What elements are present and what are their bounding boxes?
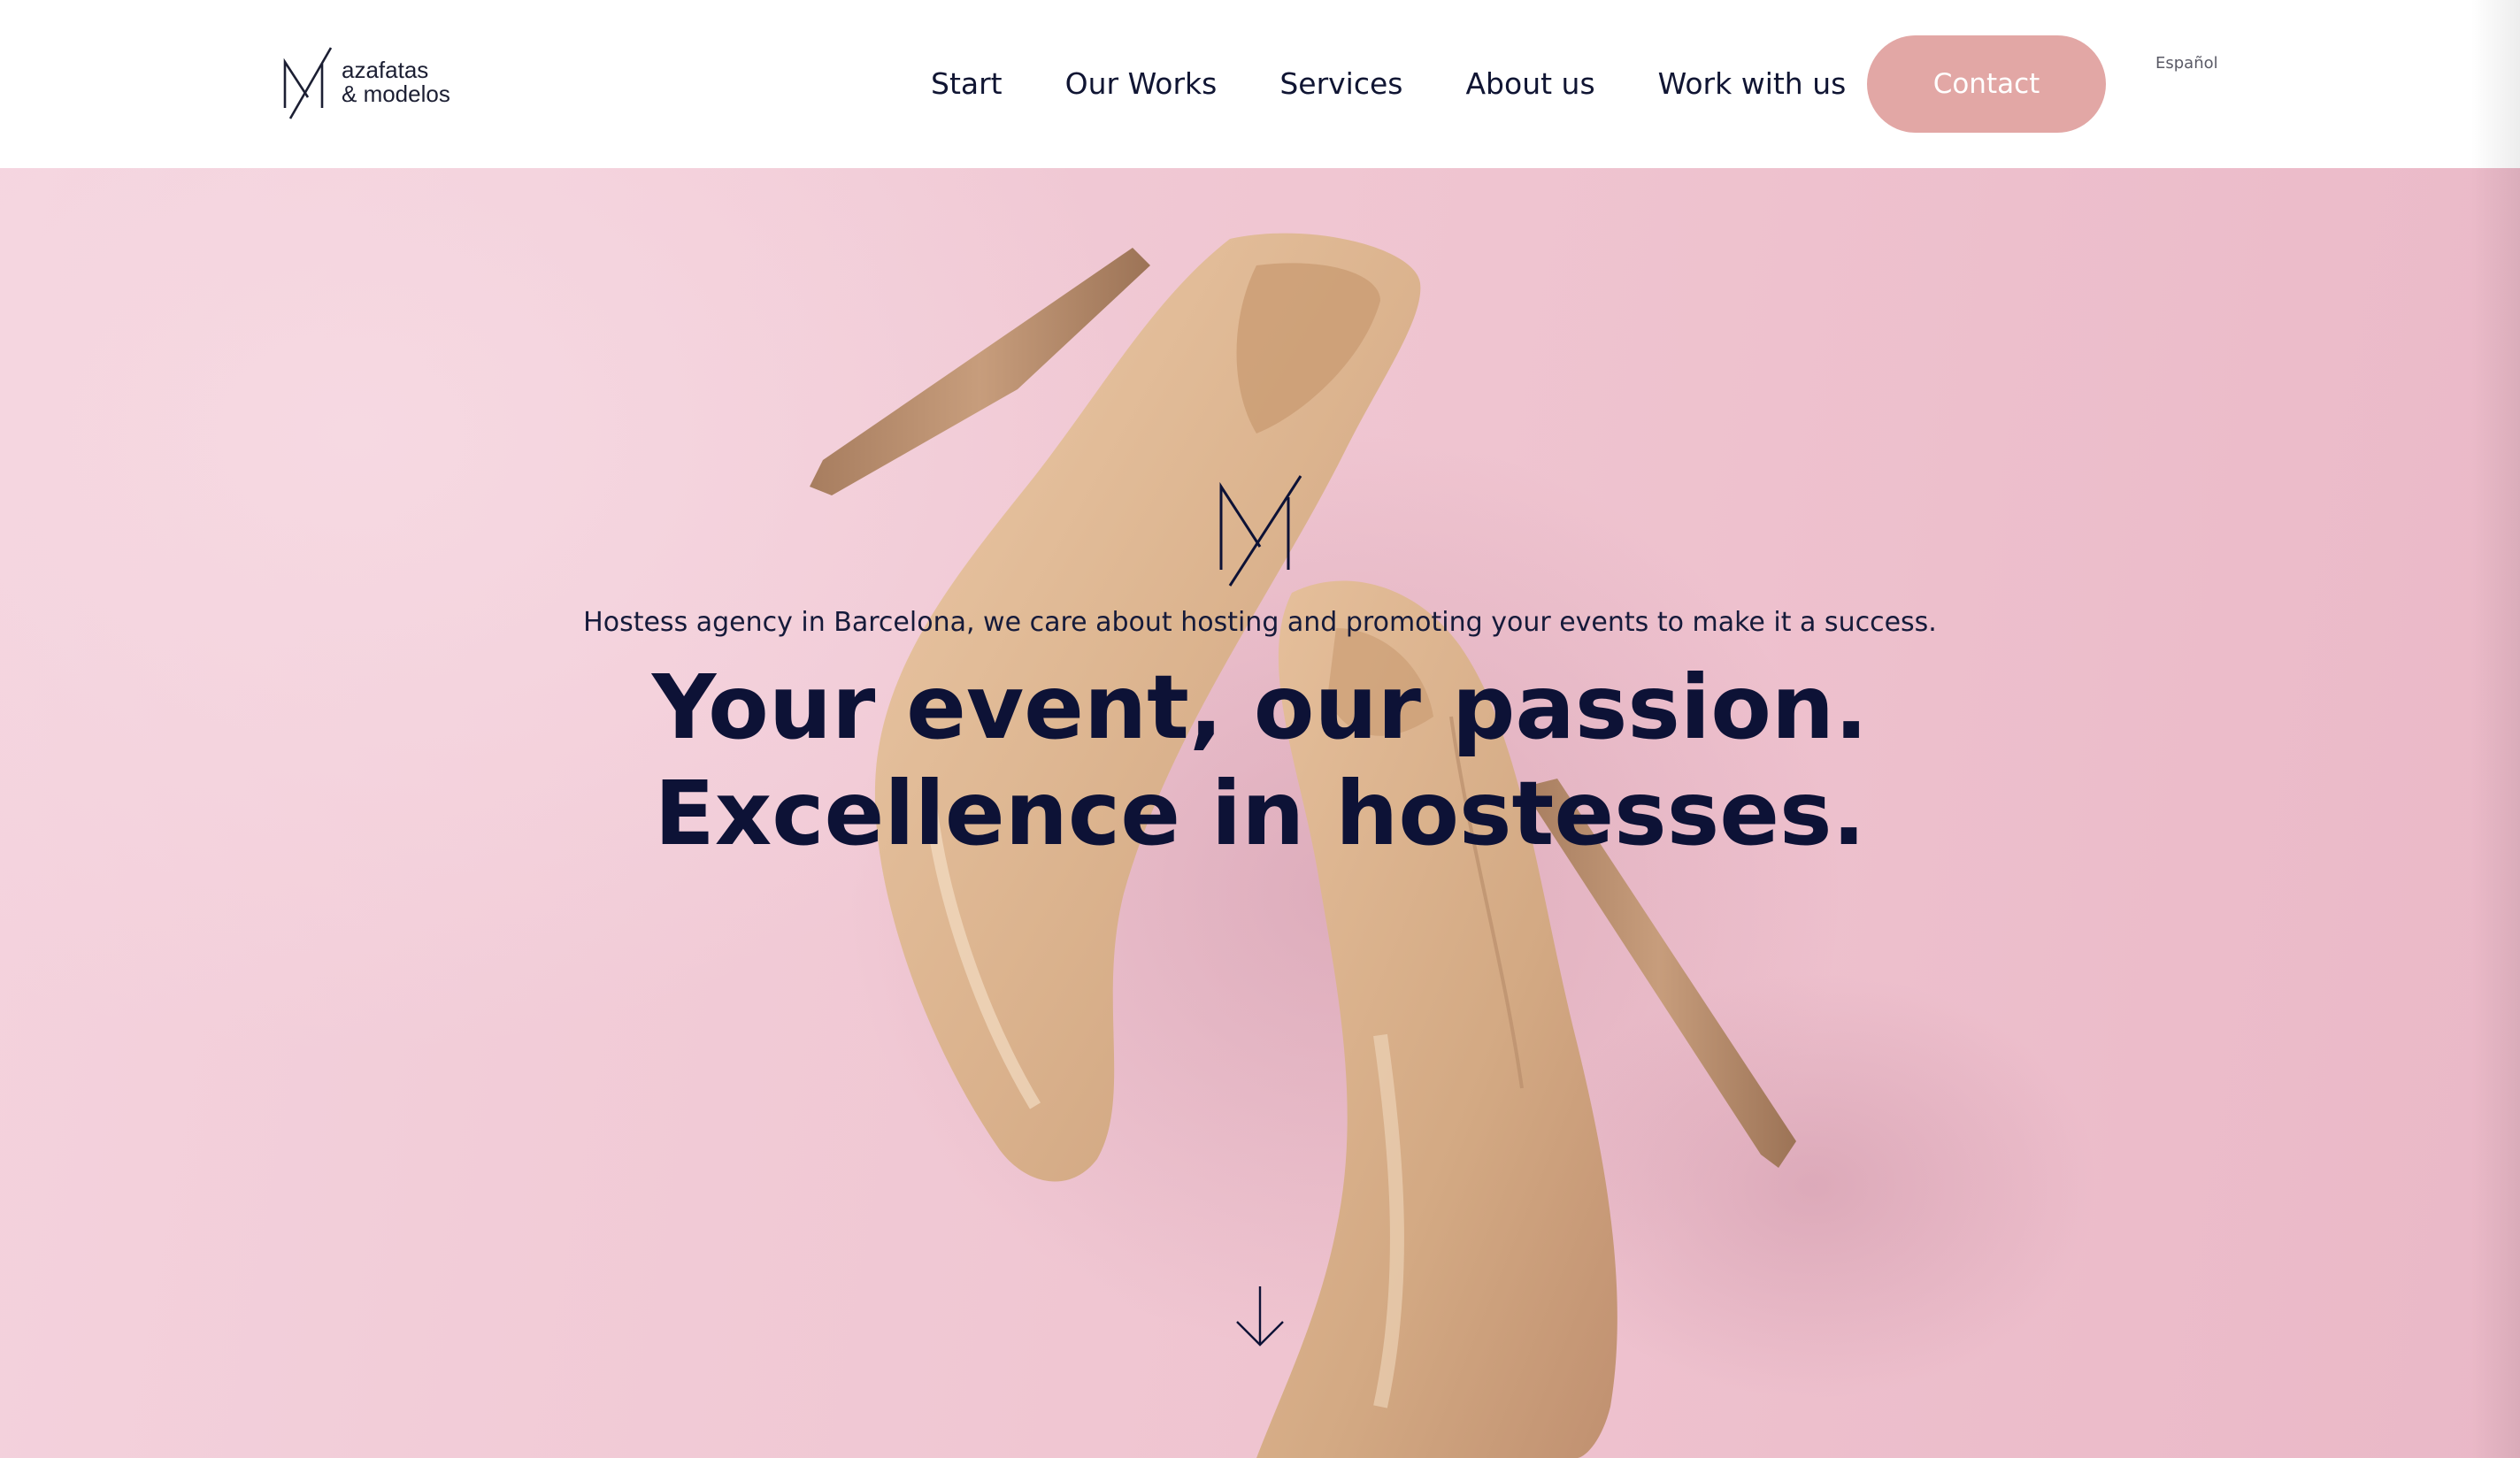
main-nav: Start Our Works Services About us Work w… bbox=[931, 58, 1846, 108]
logo-text: azafatas & modelos bbox=[342, 58, 450, 106]
nav-item-services[interactable]: Services bbox=[1279, 66, 1402, 101]
logo-line-2: & modelos bbox=[342, 81, 450, 107]
language-switch[interactable]: Español bbox=[2155, 54, 2218, 73]
logo-mark-icon bbox=[283, 47, 333, 119]
logo-line-1: azafatas bbox=[342, 57, 429, 83]
nav-item-work-with-us[interactable]: Work with us bbox=[1658, 66, 1847, 101]
hero-subtitle: Hostess agency in Barcelona, we care abo… bbox=[583, 607, 1937, 638]
brand-mark-icon bbox=[1219, 475, 1302, 587]
hero-section: Hostess agency in Barcelona, we care abo… bbox=[0, 168, 2520, 1458]
site-logo[interactable]: azafatas & modelos bbox=[281, 46, 476, 120]
page: azafatas & modelos Start Our Works Servi… bbox=[0, 0, 2520, 1458]
hero-title: Your event, our passion. Excellence in h… bbox=[651, 656, 1869, 865]
contact-button[interactable]: Contact bbox=[1867, 35, 2106, 133]
site-header: azafatas & modelos Start Our Works Servi… bbox=[0, 0, 2520, 168]
nav-item-our-works[interactable]: Our Works bbox=[1065, 66, 1218, 101]
nav-item-about-us[interactable]: About us bbox=[1465, 66, 1594, 101]
arrow-down-icon[interactable] bbox=[1233, 1285, 1287, 1348]
nav-item-start[interactable]: Start bbox=[931, 66, 1003, 101]
